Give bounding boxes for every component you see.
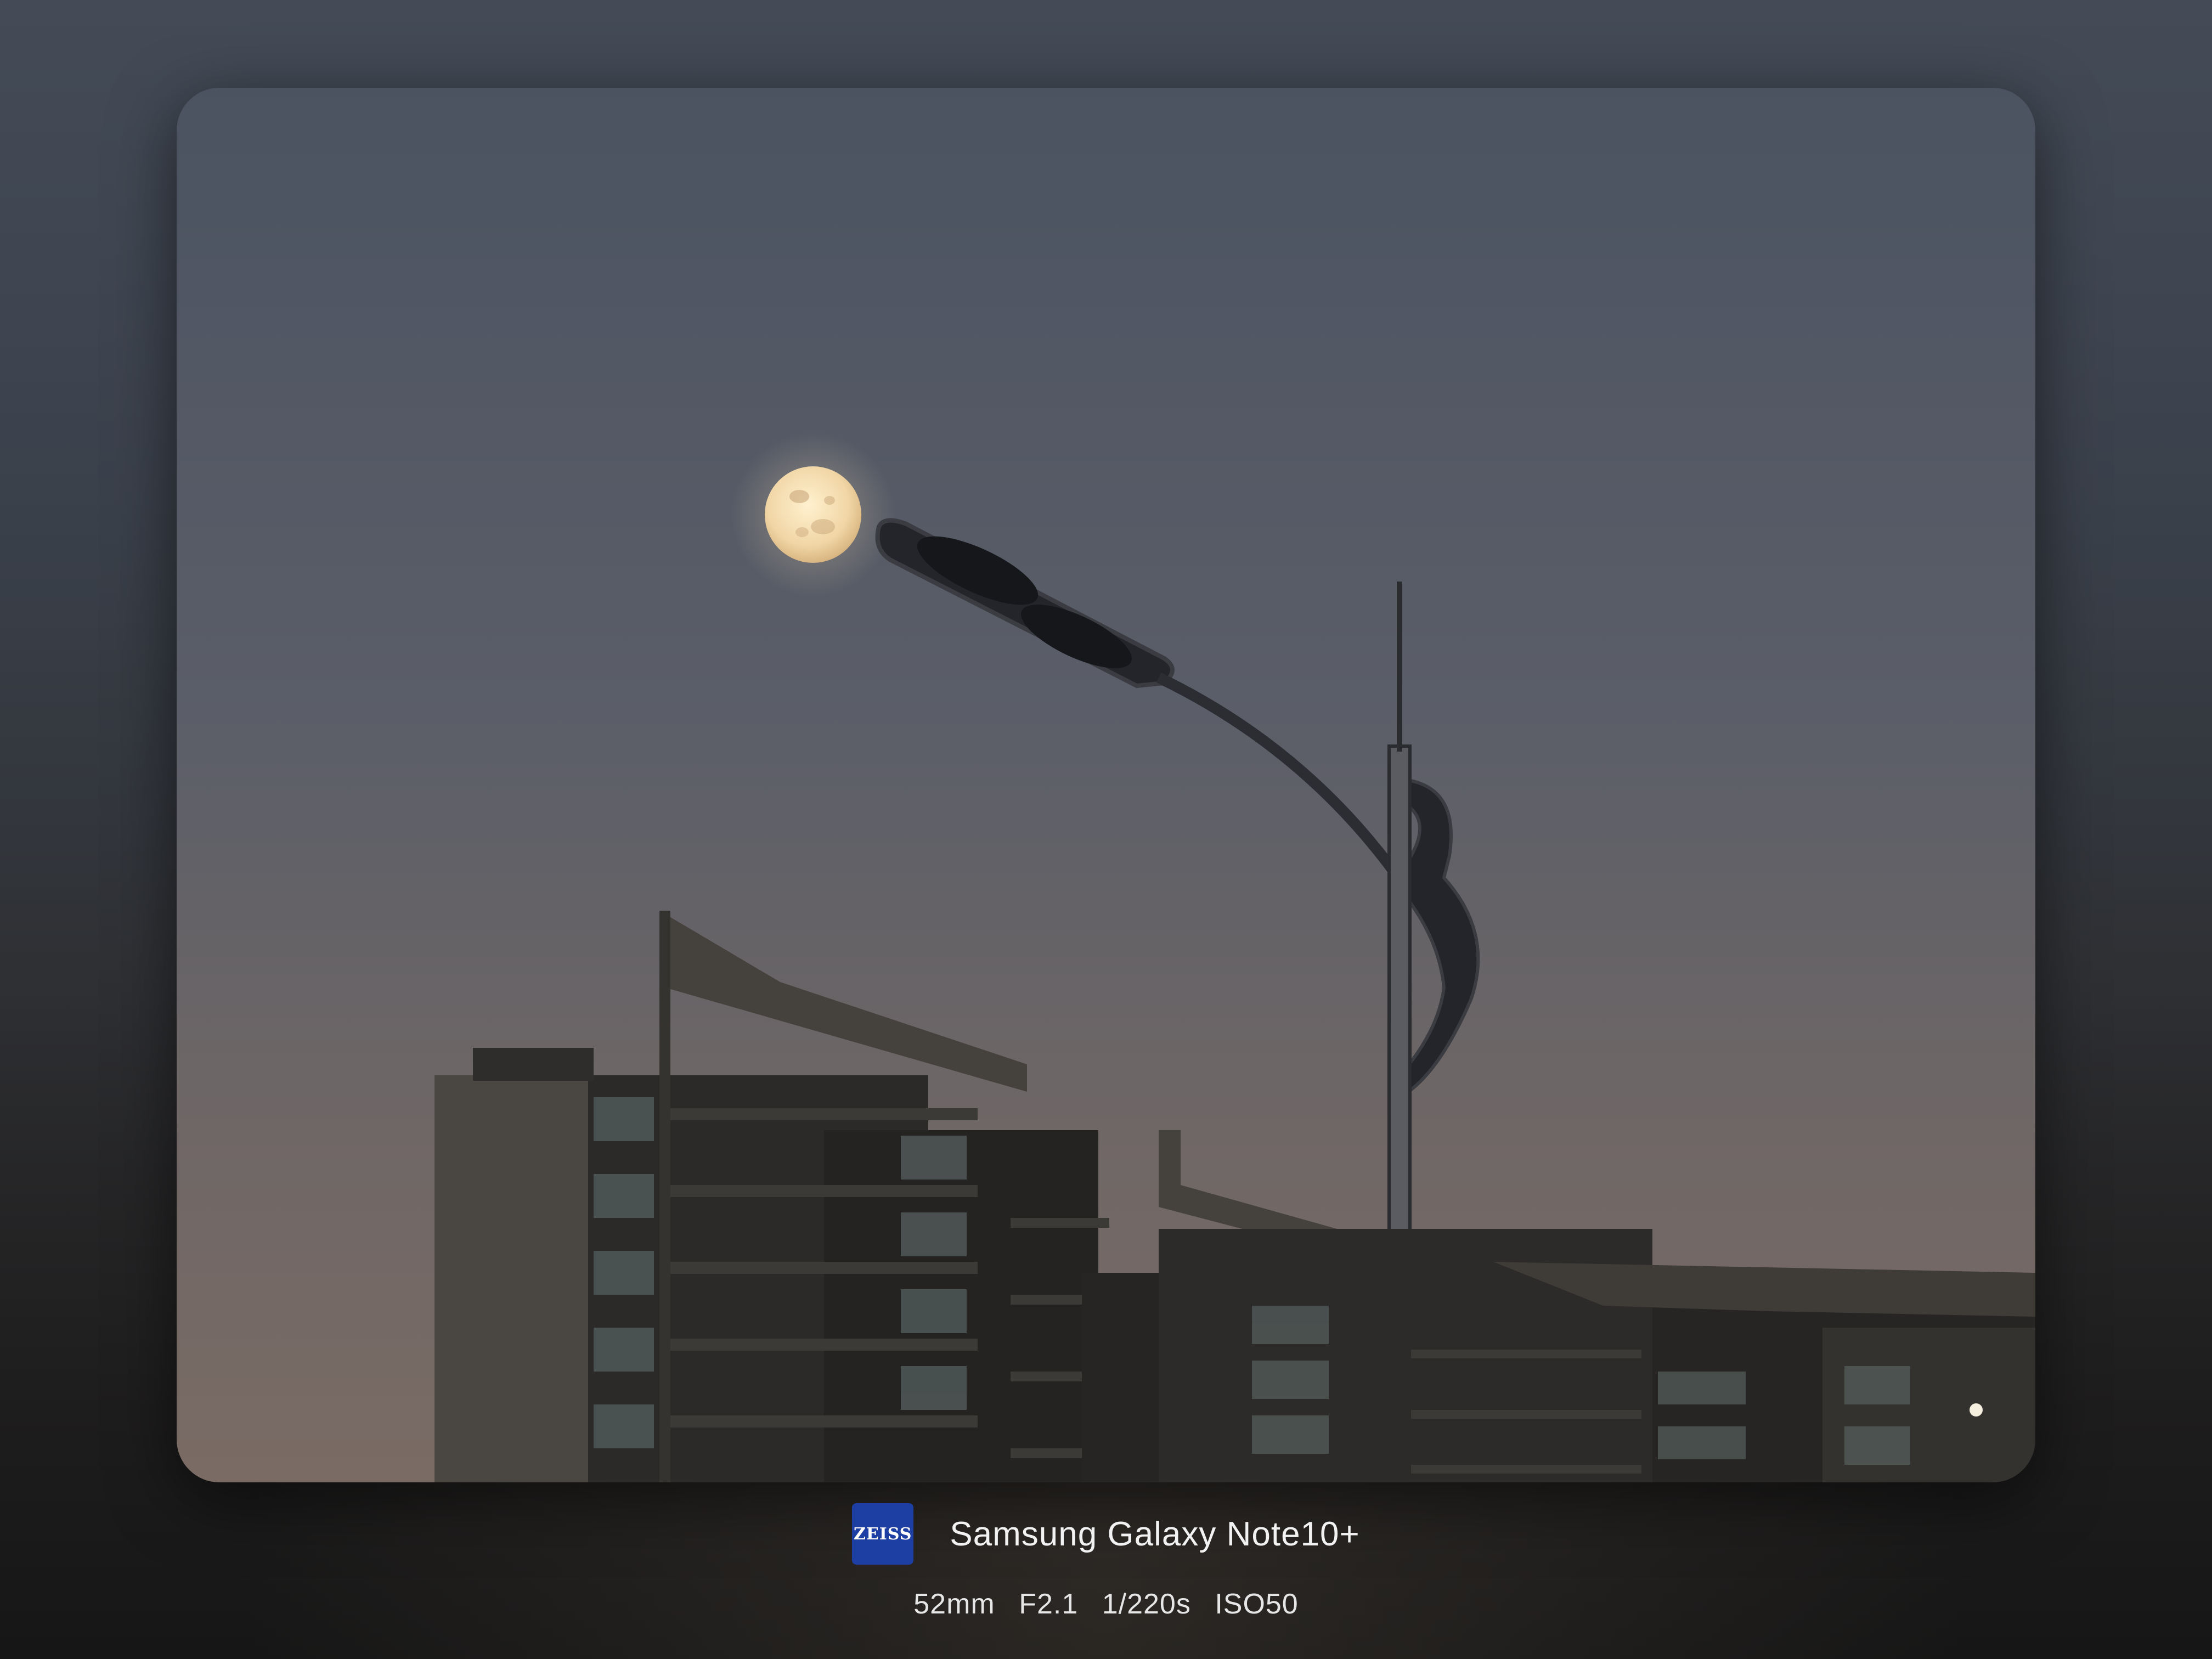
iso: ISO50	[1215, 1588, 1299, 1620]
focal-length: 52mm	[913, 1588, 995, 1620]
exif-info: 52mm F2.1 1/220s ISO50	[0, 1588, 2212, 1621]
device-name: Samsung Galaxy Note10+	[950, 1515, 1360, 1553]
window-light	[1970, 1403, 1983, 1417]
logo-text: ZEISS	[854, 1524, 912, 1544]
photo-caption: ZEISS Samsung Galaxy Note10+ 52mm F2.1 1…	[0, 1503, 2212, 1621]
aperture: F2.1	[1019, 1588, 1079, 1620]
zeiss-logo: ZEISS	[852, 1503, 914, 1565]
caption-header: ZEISS Samsung Galaxy Note10+	[0, 1503, 2212, 1565]
photo	[177, 88, 2035, 1482]
moon	[731, 432, 895, 597]
shutter-speed: 1/220s	[1102, 1588, 1191, 1620]
photo-scene	[177, 88, 2035, 1482]
